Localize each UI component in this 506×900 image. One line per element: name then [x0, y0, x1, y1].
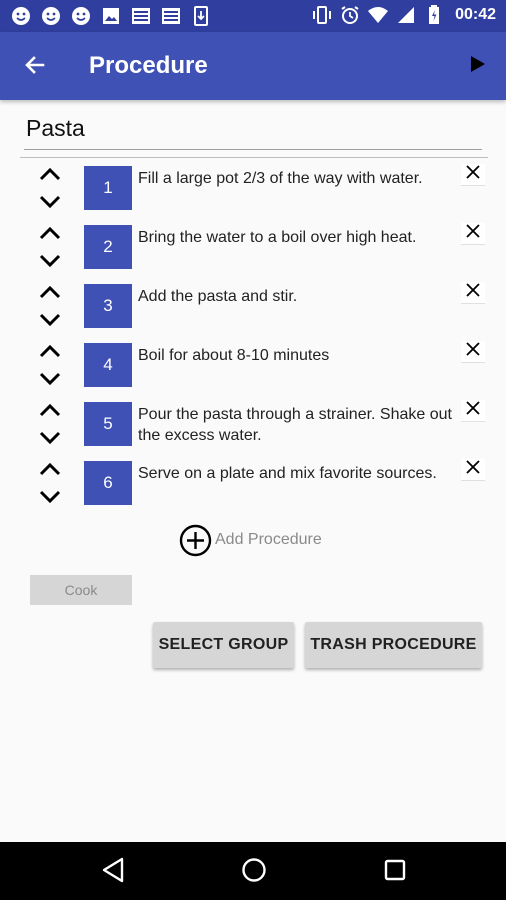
navigation-bar	[0, 842, 506, 900]
chevron-up-icon	[38, 344, 62, 363]
move-up-button[interactable]	[36, 283, 64, 305]
move-up-button[interactable]	[36, 460, 64, 482]
move-up-button[interactable]	[36, 342, 64, 364]
move-down-button[interactable]	[36, 252, 64, 274]
move-up-button[interactable]	[36, 224, 64, 246]
delete-step-button[interactable]	[461, 164, 485, 186]
step-row: 1 Fill a large pot 2/3 of the way with w…	[0, 163, 506, 222]
add-procedure-button[interactable]: Add Procedure	[179, 523, 322, 557]
status-bar: 00:42	[0, 0, 506, 32]
newspaper-icon	[160, 5, 182, 27]
chevron-down-icon	[38, 431, 62, 450]
reorder-controls	[36, 283, 64, 335]
arrow-left-icon	[23, 53, 47, 82]
chevron-down-icon	[38, 490, 62, 509]
select-group-button[interactable]: SELECT GROUP	[153, 622, 294, 668]
step-row: 2 Bring the water to a boil over high he…	[0, 222, 506, 281]
image-icon	[100, 5, 122, 27]
chevron-down-icon	[38, 313, 62, 332]
app-bar: Procedure	[0, 32, 506, 100]
move-down-button[interactable]	[36, 429, 64, 451]
delete-step-button[interactable]	[461, 341, 485, 363]
move-up-button[interactable]	[36, 401, 64, 423]
chevron-down-icon	[38, 372, 62, 391]
notification-icons	[10, 5, 212, 27]
nav-home-button[interactable]	[239, 857, 269, 887]
play-button[interactable]	[464, 52, 492, 80]
step-text[interactable]: Boil for about 8-10 minutes	[138, 345, 453, 366]
chevron-down-icon	[38, 254, 62, 273]
reorder-controls	[36, 224, 64, 276]
cook-button[interactable]: Cook	[30, 575, 132, 605]
smiley-icon	[40, 5, 62, 27]
move-down-button[interactable]	[36, 488, 64, 510]
reorder-controls	[36, 342, 64, 394]
chevron-up-icon	[38, 167, 62, 186]
delete-step-button[interactable]	[461, 400, 485, 422]
nav-back-button[interactable]	[98, 857, 128, 887]
step-text[interactable]: Bring the water to a boil over high heat…	[138, 227, 453, 248]
signal-icon	[395, 4, 417, 26]
alarm-icon	[339, 4, 361, 26]
newspaper-icon	[130, 5, 152, 27]
step-text[interactable]: Add the pasta and stir.	[138, 286, 453, 307]
close-icon	[465, 282, 481, 303]
move-up-button[interactable]	[36, 165, 64, 187]
chevron-up-icon	[38, 403, 62, 422]
chevron-up-icon	[38, 462, 62, 481]
nav-recents-button[interactable]	[380, 857, 410, 887]
close-icon	[465, 164, 481, 185]
vibrate-icon	[311, 4, 333, 26]
battery-icon	[423, 4, 445, 26]
step-text[interactable]: Serve on a plate and mix favorite source…	[138, 463, 453, 484]
clock-time: 00:42	[455, 6, 496, 23]
play-icon	[470, 55, 486, 78]
step-number-badge: 1	[84, 166, 132, 210]
square-recents-icon	[384, 859, 406, 886]
close-icon	[465, 400, 481, 421]
step-text[interactable]: Pour the pasta through a strainer. Shake…	[138, 404, 453, 446]
step-number-badge: 4	[84, 343, 132, 387]
move-down-button[interactable]	[36, 370, 64, 392]
close-icon	[465, 223, 481, 244]
reorder-controls	[36, 401, 64, 453]
divider	[20, 157, 488, 158]
step-number-badge: 3	[84, 284, 132, 328]
close-icon	[465, 459, 481, 480]
add-procedure-label: Add Procedure	[215, 531, 322, 548]
step-number-badge: 2	[84, 225, 132, 269]
step-row: 3 Add the pasta and stir.	[0, 281, 506, 340]
procedure-name-input[interactable]	[24, 112, 482, 150]
system-icons: 00:42	[311, 4, 496, 26]
delete-step-button[interactable]	[461, 459, 485, 481]
step-text[interactable]: Fill a large pot 2/3 of the way with wat…	[138, 168, 453, 189]
chevron-up-icon	[38, 226, 62, 245]
smiley-icon	[10, 5, 32, 27]
delete-step-button[interactable]	[461, 282, 485, 304]
step-number-badge: 5	[84, 402, 132, 446]
step-row: 5 Pour the pasta through a strainer. Sha…	[0, 399, 506, 458]
chevron-down-icon	[38, 195, 62, 214]
step-row: 6 Serve on a plate and mix favorite sour…	[0, 458, 506, 517]
back-button[interactable]	[18, 50, 52, 84]
move-down-button[interactable]	[36, 193, 64, 215]
circle-home-icon	[241, 857, 267, 888]
plus-circle-icon	[179, 524, 212, 557]
triangle-back-icon	[101, 857, 125, 888]
chevron-up-icon	[38, 285, 62, 304]
wifi-icon	[367, 4, 389, 26]
reorder-controls	[36, 165, 64, 217]
step-number-badge: 6	[84, 461, 132, 505]
move-down-button[interactable]	[36, 311, 64, 333]
close-icon	[465, 341, 481, 362]
page-title: Procedure	[89, 52, 208, 79]
procedure-screen: 00:42 Procedure Pasta 1 Fill a large pot…	[0, 0, 506, 900]
download-icon	[190, 5, 212, 27]
step-row: 4 Boil for about 8-10 minutes	[0, 340, 506, 399]
smiley-icon	[70, 5, 92, 27]
trash-procedure-button[interactable]: TRASH PROCEDURE	[305, 622, 482, 668]
delete-step-button[interactable]	[461, 223, 485, 245]
step-list: 1 Fill a large pot 2/3 of the way with w…	[0, 163, 506, 517]
reorder-controls	[36, 460, 64, 512]
